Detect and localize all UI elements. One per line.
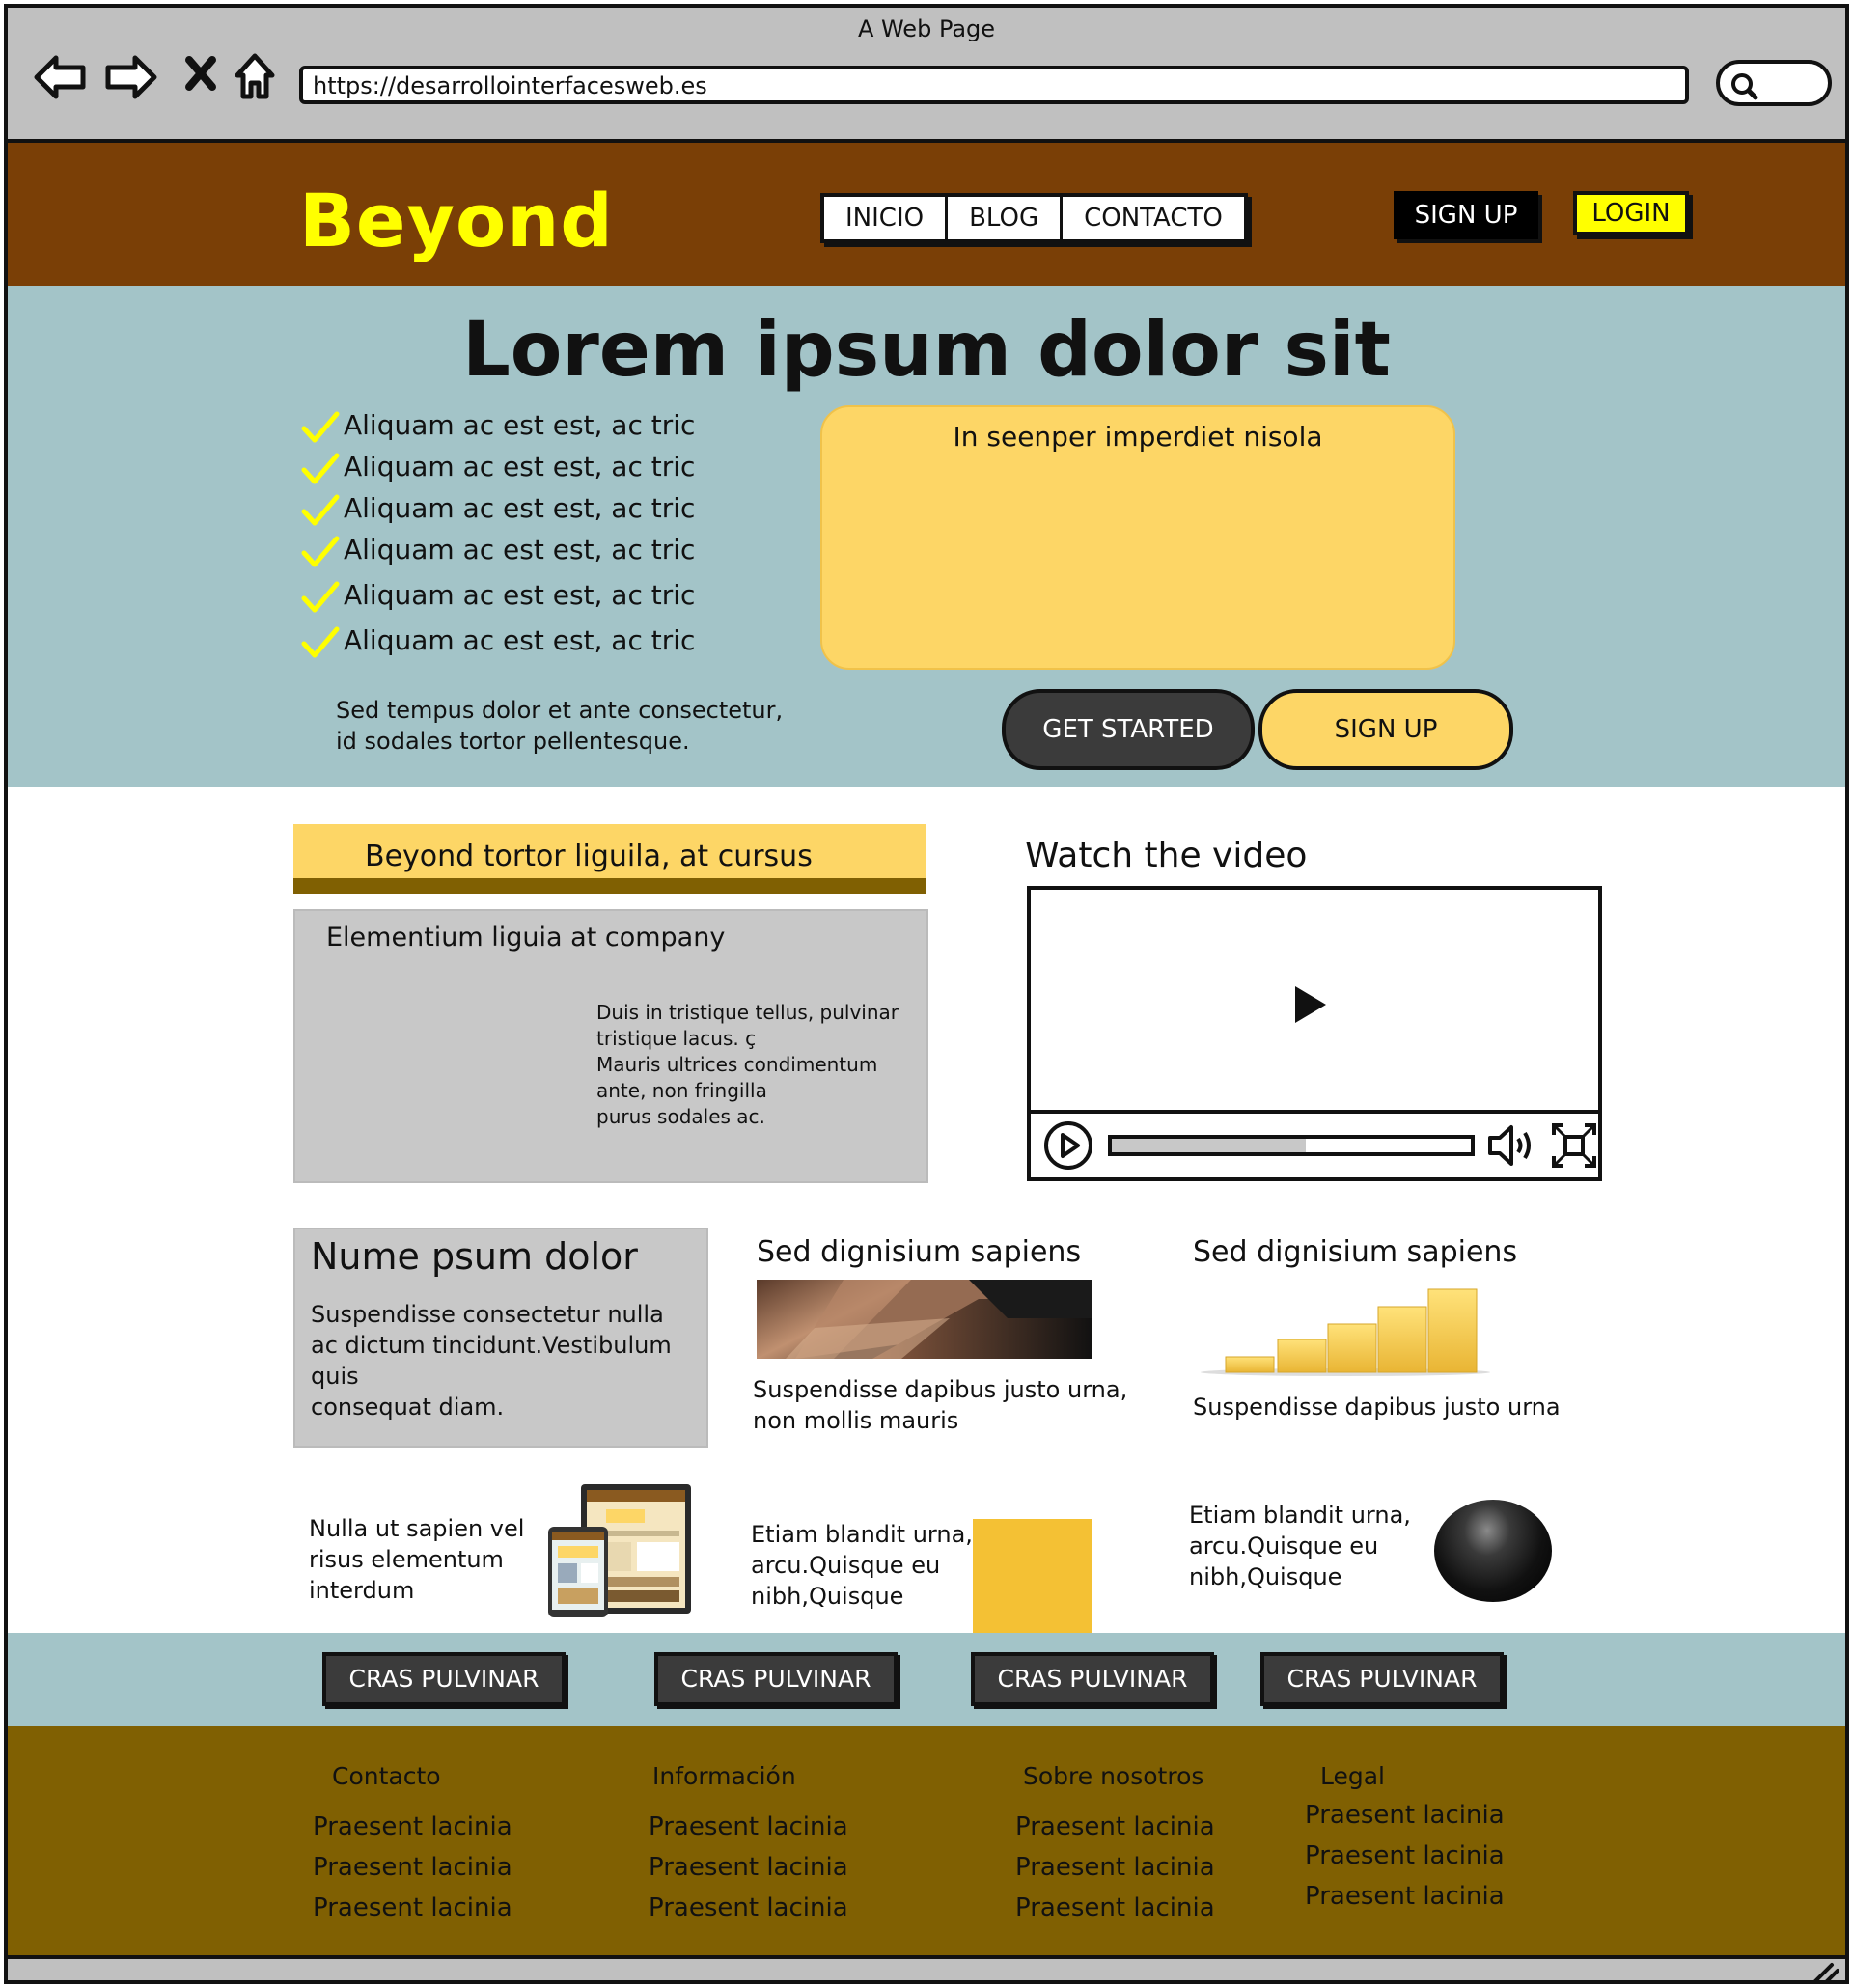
- browser-search-field[interactable]: [1716, 60, 1832, 106]
- footer-heading-sobre-nosotros: Sobre nosotros: [1023, 1762, 1204, 1790]
- cras-pulvinar-button-1[interactable]: CRAS PULVINAR: [322, 1652, 566, 1706]
- home-icon[interactable]: [232, 50, 286, 104]
- col3-text: Suspendisse dapibus justo urna: [1193, 1394, 1561, 1421]
- video-progress-fill: [1112, 1139, 1306, 1152]
- search-icon: [1731, 73, 1758, 100]
- nume-text: Suspendisse consectetur nulla ac dictum …: [311, 1301, 672, 1421]
- col3-title: Sed dignisium sapiens: [1193, 1235, 1518, 1269]
- video-player[interactable]: [1027, 886, 1602, 1181]
- play-pause-icon[interactable]: [1042, 1119, 1094, 1172]
- hero-title: Lorem ipsum dolor sit: [462, 307, 1391, 394]
- footer-link[interactable]: Praesent lacinia: [649, 1853, 848, 1882]
- footer-link[interactable]: Praesent lacinia: [1015, 1893, 1215, 1922]
- row3-text-a: Nulla ut sapien vel risus elementum inte…: [309, 1515, 525, 1604]
- check-list-item: Aliquam ac est est, ac tric: [299, 407, 695, 449]
- video-progress-bar[interactable]: [1108, 1135, 1475, 1156]
- hero-checklist: Aliquam ac est est, ac tric Aliquam ac e…: [299, 407, 695, 664]
- abstract-image: [757, 1280, 1092, 1359]
- responsive-devices-image: [548, 1482, 693, 1619]
- hero-signup-button[interactable]: SIGN UP: [1258, 689, 1513, 770]
- feature-title: Beyond tortor liguila, at cursus: [365, 840, 813, 873]
- nav-item-inicio[interactable]: INICIO: [824, 197, 949, 239]
- check-icon: [301, 536, 340, 567]
- check-list-item: Aliquam ac est est, ac tric: [299, 532, 695, 573]
- check-list-item: Aliquam ac est est, ac tric: [299, 490, 695, 532]
- row3-text-b: Etiam blandit urna, arcu.Quisque eu nibh…: [751, 1521, 973, 1610]
- black-sphere-image: [1434, 1500, 1552, 1602]
- row3-text-c: Etiam blandit urna, arcu.Quisque eu nibh…: [1189, 1502, 1411, 1590]
- window-title: A Web Page: [857, 15, 996, 42]
- footer-link[interactable]: Praesent lacinia: [1305, 1801, 1505, 1830]
- check-icon: [301, 411, 340, 443]
- site-logo[interactable]: Beyond: [299, 178, 614, 263]
- check-text: Aliquam ac est est, ac tric: [344, 534, 696, 566]
- yellow-square-image: [973, 1519, 1092, 1633]
- footer-link[interactable]: Praesent lacinia: [1305, 1841, 1505, 1870]
- cras-pulvinar-button-3[interactable]: CRAS PULVINAR: [971, 1652, 1214, 1706]
- check-list-item: Aliquam ac est est, ac tric: [299, 449, 695, 490]
- video-title: Watch the video: [1025, 836, 1308, 875]
- footer-link[interactable]: Praesent lacinia: [313, 1893, 512, 1922]
- login-button[interactable]: LOGIN: [1573, 191, 1689, 235]
- hero-section: Lorem ipsum dolor sit Aliquam ac est est…: [8, 286, 1845, 787]
- get-started-button[interactable]: GET STARTED: [1002, 689, 1255, 770]
- feature-body: Elementium liguia at company Duis in tri…: [293, 909, 928, 1183]
- browser-window: A Web Page https://desarrollointerfacesw…: [4, 4, 1849, 1984]
- footer-link[interactable]: Praesent lacinia: [649, 1812, 848, 1841]
- browser-chrome: A Web Page https://desarrollointerfacesw…: [8, 8, 1845, 143]
- cras-pulvinar-button-2[interactable]: CRAS PULVINAR: [654, 1652, 898, 1706]
- site-header: Beyond INICIO BLOG CONTACTO SIGN UP LOGI…: [8, 143, 1845, 286]
- footer-heading-contacto: Contacto: [332, 1762, 441, 1790]
- footer-heading-legal: Legal: [1320, 1762, 1386, 1790]
- check-icon: [301, 494, 340, 526]
- feature-header: Beyond tortor liguila, at cursus: [293, 824, 926, 894]
- footer-link[interactable]: Praesent lacinia: [1015, 1853, 1215, 1882]
- back-arrow-icon[interactable]: [33, 50, 87, 104]
- cras-pulvinar-button-4[interactable]: CRAS PULVINAR: [1260, 1652, 1504, 1706]
- feature-subtitle: Elementium liguia at company: [326, 923, 726, 953]
- check-icon: [301, 626, 340, 658]
- growth-bars-image: [1201, 1282, 1500, 1378]
- feature-text: Duis in tristique tellus, pulvinar trist…: [596, 1001, 899, 1128]
- volume-icon[interactable]: [1486, 1121, 1538, 1170]
- check-list-item: Aliquam ac est est, ac tric: [299, 622, 695, 664]
- nav-item-blog[interactable]: BLOG: [948, 197, 1064, 239]
- col2-text: Suspendisse dapibus justo urna, non moll…: [753, 1376, 1128, 1434]
- play-icon[interactable]: [1291, 982, 1330, 1027]
- footer-heading-informacion: Información: [652, 1762, 796, 1790]
- address-bar[interactable]: https://desarrollointerfacesweb.es: [299, 66, 1689, 104]
- hero-subtitle: Sed tempus dolor et ante consectetur, id…: [336, 697, 784, 755]
- nume-card: Nume psum dolor Suspendisse consectetur …: [293, 1228, 708, 1448]
- footer-link[interactable]: Praesent lacinia: [313, 1853, 512, 1882]
- hero-card: In seenper imperdiet nisola: [820, 405, 1455, 670]
- check-list-item: Aliquam ac est est, ac tric: [299, 577, 695, 619]
- browser-status-bar: [8, 1955, 1845, 1984]
- check-text: Aliquam ac est est, ac tric: [344, 579, 696, 611]
- footer-link[interactable]: Praesent lacinia: [313, 1812, 512, 1841]
- check-text: Aliquam ac est est, ac tric: [344, 492, 696, 524]
- hero-card-title: In seenper imperdiet nisola: [953, 421, 1323, 453]
- col2-title: Sed dignisium sapiens: [757, 1235, 1082, 1269]
- footer-link[interactable]: Praesent lacinia: [1015, 1812, 1215, 1841]
- video-controls: [1031, 1110, 1598, 1177]
- nume-title: Nume psum dolor: [311, 1235, 638, 1278]
- forward-arrow-icon[interactable]: [104, 50, 158, 104]
- check-text: Aliquam ac est est, ac tric: [344, 624, 696, 656]
- check-text: Aliquam ac est est, ac tric: [344, 451, 696, 483]
- footer-link[interactable]: Praesent lacinia: [1305, 1882, 1505, 1911]
- close-icon[interactable]: [180, 50, 234, 104]
- site-footer: Contacto Praesent lacinia Praesent lacin…: [8, 1726, 1845, 1955]
- signup-button[interactable]: SIGN UP: [1394, 191, 1538, 239]
- nav-item-contacto[interactable]: CONTACTO: [1063, 197, 1244, 239]
- check-text: Aliquam ac est est, ac tric: [344, 409, 696, 441]
- resize-grip-icon[interactable]: [1811, 1961, 1839, 1984]
- check-icon: [301, 581, 340, 613]
- footer-link[interactable]: Praesent lacinia: [649, 1893, 848, 1922]
- fullscreen-icon[interactable]: [1550, 1121, 1598, 1170]
- cta-strip: CRAS PULVINAR CRAS PULVINAR CRAS PULVINA…: [8, 1633, 1845, 1726]
- check-icon: [301, 453, 340, 484]
- main-nav: INICIO BLOG CONTACTO: [820, 193, 1248, 243]
